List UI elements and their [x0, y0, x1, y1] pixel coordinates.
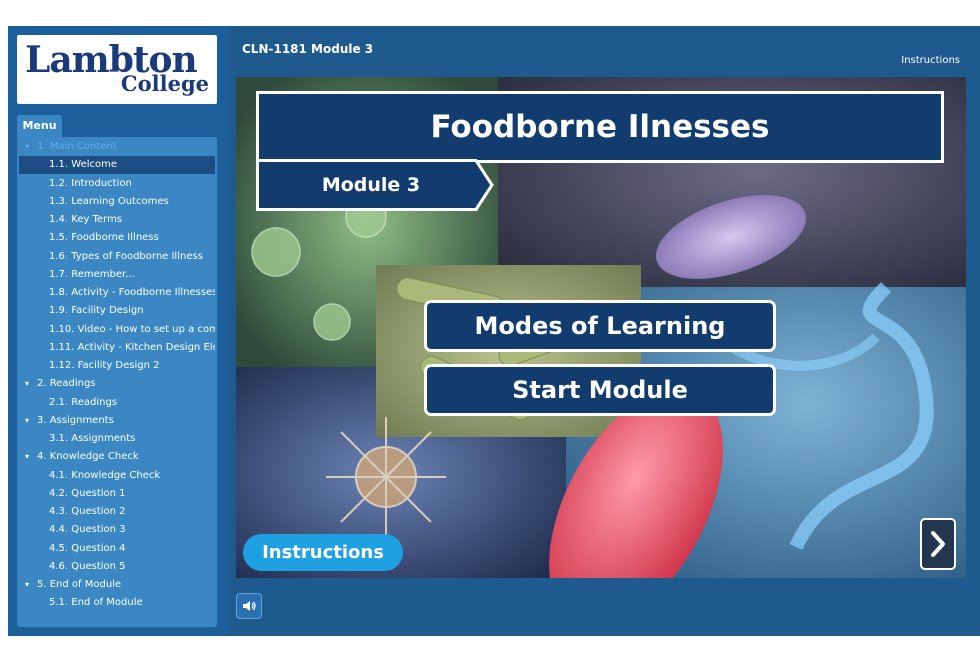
menu-item[interactable]: 4.6. Question 5 [19, 558, 215, 576]
menu-item-label: 4.1. Knowledge Check [49, 469, 161, 481]
menu-item-label: 4.3. Question 2 [49, 506, 126, 517]
course-player: Lambton College Menu ▾ 1. Main Content 1.1… [8, 26, 980, 636]
menu-item[interactable]: 1.4. Key Terms [19, 211, 215, 229]
menu-item-label: 1.9. Facility Design [49, 305, 144, 317]
menu-item[interactable]: 1.7. Remember... [19, 266, 215, 284]
caret-down-icon[interactable]: ▾ [25, 448, 37, 466]
module-label: Module 3 [321, 174, 421, 196]
menu-item[interactable]: 4.2. Question 1 [19, 485, 215, 503]
chevron-right-icon [931, 531, 945, 557]
menu-item-label: 1.12. Facility Design 2 [49, 360, 160, 371]
logo-text-sub: College [120, 71, 209, 96]
menu-item-label: 4.4. Question 3 [49, 524, 126, 536]
caret-down-icon[interactable]: ▾ [25, 412, 37, 430]
menu-item-label: 4. Knowledge Check [37, 451, 139, 463]
menu-item[interactable]: 4.4. Question 3 [19, 521, 215, 539]
menu-item-label: 3. Assignments [37, 414, 114, 426]
menu-item-label: 4.5. Question 4 [49, 542, 126, 554]
speaker-icon [243, 601, 256, 611]
menu-item-label: 1.7. Remember... [49, 268, 135, 280]
menu-item-label: 5.1. End of Module [49, 597, 143, 609]
menu-item-label: 1.5. Foodborne Illness [49, 232, 159, 244]
menu-section[interactable]: ▾ 2. Readings [19, 375, 215, 393]
menu-item[interactable]: 1.6. Types of Foodborne Illness [19, 248, 215, 266]
menu-section[interactable]: ▾ 3. Assignments [19, 412, 215, 430]
menu-item-label: 4.2. Question 1 [49, 487, 126, 499]
slide-title: Foodborne Ilnesses [256, 91, 944, 163]
menu-item[interactable]: 4.3. Question 2 [19, 503, 215, 521]
menu-section[interactable]: ▾ 5. End of Module [19, 576, 215, 594]
menu-item-label: 3.1. Assignments [49, 433, 136, 444]
menu-item-label: 1. Main Content [37, 141, 117, 152]
menu-item[interactable]: 1.12. Facility Design 2 [19, 357, 215, 375]
menu-item-label: 1.11. Activity - Kitchen Design Ele... [49, 341, 215, 353]
caret-down-icon[interactable]: ▾ [25, 375, 37, 393]
menu-item-label: 2.1. Readings [49, 396, 118, 408]
menu-item[interactable]: 1.10. Video - How to set up a com... [19, 321, 215, 339]
menu-item-label: 1.8. Activity - Foodborne Illnesses [49, 287, 215, 298]
menu-item[interactable]: 1.3. Learning Outcomes [19, 193, 215, 211]
menu-item[interactable]: 5.1. End of Module [19, 594, 215, 612]
modes-of-learning-button[interactable]: Modes of Learning [424, 300, 776, 352]
main-area: CLN-1181 Module 3 Instructions Foodborne… [228, 26, 980, 636]
audio-toggle-button[interactable] [236, 593, 262, 619]
menu-item-label: 1.10. Video - How to set up a com... [49, 323, 215, 335]
menu-section[interactable]: ▾ 4. Knowledge Check [19, 448, 215, 466]
module-label-tag: Module 3 [256, 159, 494, 211]
menu-item-label: 2. Readings [37, 378, 96, 390]
caret-down-icon[interactable]: ▾ [25, 138, 37, 156]
start-module-button[interactable]: Start Module [424, 364, 776, 416]
caret-down-icon[interactable]: ▾ [25, 576, 37, 594]
menu-item-label: 1.1. Welcome [49, 159, 118, 171]
menu-item-label: 1.4. Key Terms [49, 214, 123, 225]
course-title: CLN-1181 Module 3 [242, 42, 374, 56]
menu-item-label: 1.3. Learning Outcomes [49, 195, 169, 207]
sidebar: Lambton College Menu ▾ 1. Main Content 1.1… [8, 26, 228, 636]
menu-item[interactable]: 1.2. Introduction [19, 175, 215, 193]
menu-item-label: 1.6. Types of Foodborne Illness [49, 250, 203, 262]
menu-item-label: 4.6. Question 5 [49, 560, 126, 572]
menu-tab[interactable]: Menu [17, 115, 62, 137]
menu-item-label: 5. End of Module [37, 579, 122, 590]
menu-item[interactable]: 4.5. Question 4 [19, 540, 215, 558]
slide-canvas: Foodborne Ilnesses Module 3 Modes of Lea… [236, 77, 966, 578]
instructions-button[interactable]: Instructions [243, 534, 403, 571]
instructions-link[interactable]: Instructions [901, 55, 960, 66]
menu-item[interactable]: 1.5. Foodborne Illness [19, 229, 215, 247]
menu-section[interactable]: ▾ 1. Main Content [19, 138, 215, 156]
menu-item-label: 1.2. Introduction [49, 177, 132, 189]
menu-item[interactable]: 1.9. Facility Design [19, 302, 215, 320]
college-logo: Lambton College [17, 35, 217, 104]
menu-item[interactable]: 1.8. Activity - Foodborne Illnesses [19, 284, 215, 302]
next-slide-button[interactable] [920, 518, 956, 570]
menu-item[interactable]: 3.1. Assignments [19, 430, 215, 448]
menu-item[interactable]: 1.11. Activity - Kitchen Design Ele... [19, 339, 215, 357]
menu-panel: ▾ 1. Main Content 1.1. Welcome 1.2. Introdu… [17, 137, 217, 627]
menu-item[interactable]: 4.1. Knowledge Check [19, 467, 215, 485]
menu-item[interactable]: 1.1. Welcome [19, 156, 215, 175]
menu-item[interactable]: 2.1. Readings [19, 394, 215, 412]
